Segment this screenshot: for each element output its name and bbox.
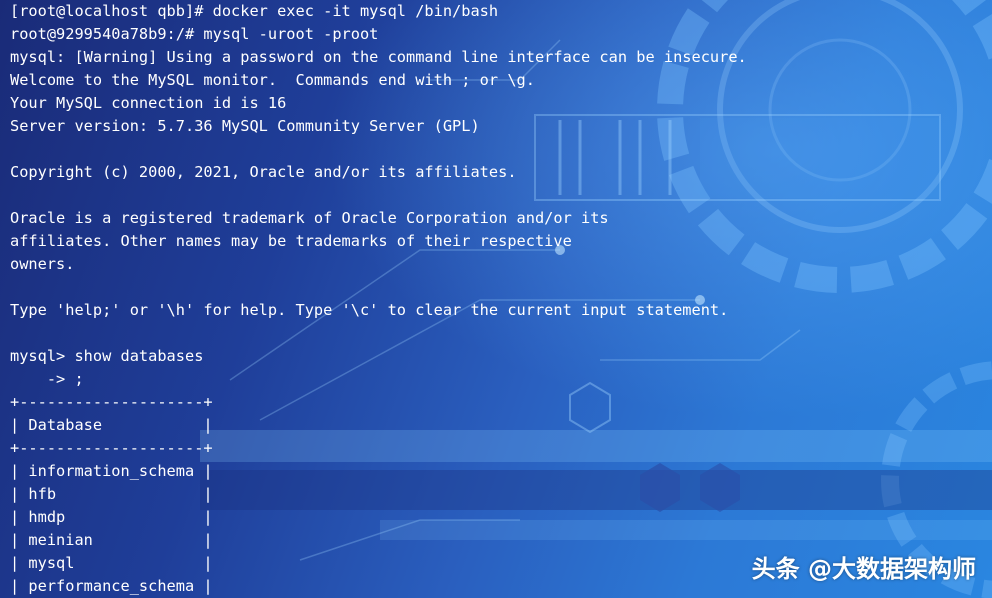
terminal-line: Welcome to the MySQL monitor. Commands e… — [10, 71, 535, 89]
terminal-line: +--------------------+ — [10, 439, 213, 457]
terminal-line: owners. — [10, 255, 75, 273]
terminal-line: [root@localhost qbb]# docker exec -it my… — [10, 2, 499, 20]
watermark-text: 头条 @大数据架构师 — [751, 555, 976, 583]
terminal-line: | hfb | — [10, 485, 213, 503]
terminal-line: | information_schema | — [10, 462, 213, 480]
terminal-line: Copyright (c) 2000, 2021, Oracle and/or … — [10, 163, 517, 181]
terminal-line: affiliates. Other names may be trademark… — [10, 232, 572, 250]
terminal-line: | Database | — [10, 416, 213, 434]
terminal-line: Type 'help;' or '\h' for help. Type '\c'… — [10, 301, 729, 319]
terminal-line: | meinian | — [10, 531, 213, 549]
terminal-line: +--------------------+ — [10, 393, 213, 411]
terminal-line: root@9299540a78b9:/# mysql -uroot -proot — [10, 25, 379, 43]
terminal-line: Server version: 5.7.36 MySQL Community S… — [10, 117, 480, 135]
terminal-line: -> ; — [10, 370, 84, 388]
terminal-line: | performance_schema | — [10, 577, 213, 595]
terminal-line: Oracle is a registered trademark of Orac… — [10, 209, 609, 227]
terminal-line: | mysql | — [10, 554, 213, 572]
terminal-line: Your MySQL connection id is 16 — [10, 94, 287, 112]
terminal-line: mysql> show databases — [10, 347, 204, 365]
terminal-output: [root@localhost qbb]# docker exec -it my… — [10, 0, 747, 598]
terminal-line: mysql: [Warning] Using a password on the… — [10, 48, 747, 66]
terminal-line: | hmdp | — [10, 508, 213, 526]
